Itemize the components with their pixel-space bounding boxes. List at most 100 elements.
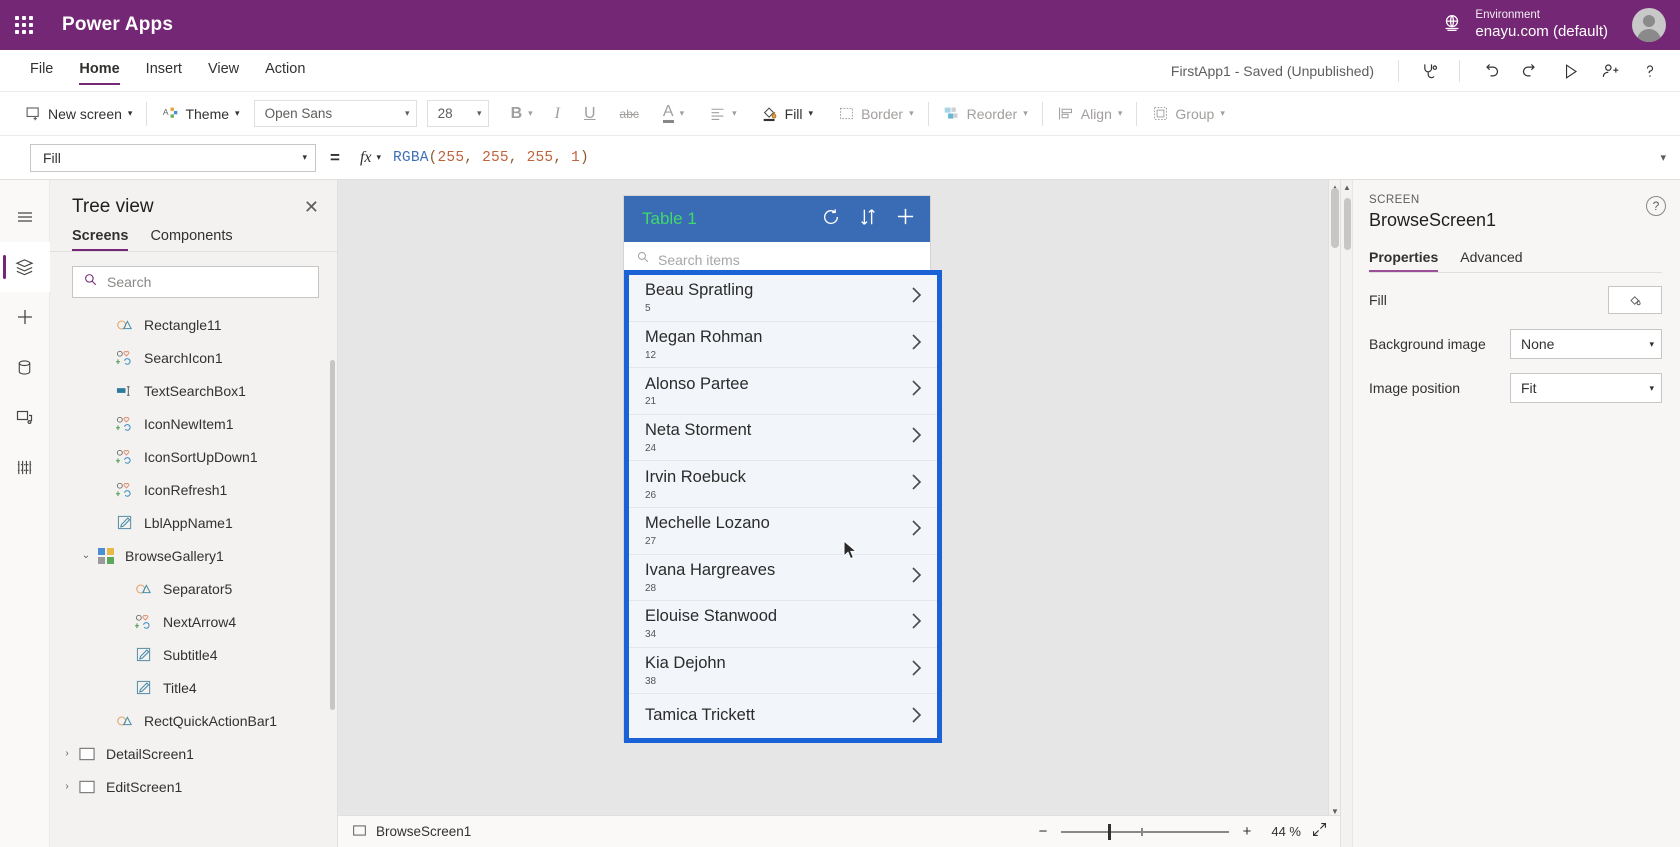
theme-button[interactable]: A Theme ▾ [161,105,240,123]
tree-node-lblappname1[interactable]: LblAppName1 [50,506,337,539]
zoom-slider-handle[interactable] [1108,823,1111,840]
refresh-icon[interactable] [821,207,841,232]
variables-icon[interactable] [0,442,50,492]
fill-button[interactable]: Fill ▾ [761,105,813,123]
insert-icon[interactable] [0,292,50,342]
zoom-slider[interactable] [1061,823,1229,840]
gallery-row[interactable]: Elouise Stanwood 34 [629,601,937,648]
italic-button[interactable]: I [555,105,560,123]
zoom-out-button[interactable]: − [1035,823,1051,840]
gallery-row[interactable]: Irvin Roebuck 26 [629,461,937,508]
tree-node-searchicon1[interactable]: SearchIcon1 [50,341,337,374]
tree-search-input[interactable]: Search [72,266,319,298]
next-arrow-icon[interactable] [910,285,923,310]
fit-to-screen-icon[interactable] [1311,821,1328,843]
gallery-row[interactable]: Alonso Partee 21 [629,368,937,415]
help-icon[interactable] [1630,55,1670,87]
tree-node-rectangle11[interactable]: Rectangle11 [50,308,337,341]
chevron-toggle-icon[interactable]: › [58,781,76,792]
tree-scrollbar[interactable] [330,360,335,710]
data-icon[interactable] [0,342,50,392]
underline-button[interactable]: U [584,105,596,123]
next-arrow-icon[interactable] [910,705,923,730]
scroll-up-icon[interactable]: ▲ [1343,183,1351,192]
tree-node-browsegallery1[interactable]: ⌄ BrowseGallery1 [50,539,337,572]
redo-icon[interactable] [1510,55,1550,87]
undo-icon[interactable] [1470,55,1510,87]
tree-view-icon[interactable] [0,242,50,292]
next-arrow-icon[interactable] [910,425,923,450]
menu-item-insert[interactable]: Insert [146,57,182,85]
scrollbar-thumb[interactable] [1331,188,1339,248]
tree-node-title4[interactable]: Title4 [50,671,337,704]
tree-node-iconrefresh1[interactable]: IconRefresh1 [50,473,337,506]
browse-gallery-selected[interactable]: Beau Spratling 5 Megan Rohman 12 Alonso Part… [624,270,942,743]
next-arrow-icon[interactable] [910,658,923,683]
environment-picker[interactable]: Environment enayu.com (default) [1441,0,1608,50]
tree-node-iconnewitem1[interactable]: IconNewItem1 [50,407,337,440]
font-size-select[interactable]: 28 ▾ [426,100,489,127]
chevron-toggle-icon[interactable]: ⌄ [77,550,95,561]
tree-node-textsearchbox1[interactable]: TextSearchBox1 [50,374,337,407]
font-color-button[interactable]: A ▾ [662,104,684,123]
fx-button[interactable]: fx ▾ [354,149,393,167]
text-align-button[interactable]: ▾ [708,105,737,123]
menu-item-action[interactable]: Action [265,57,305,85]
chevron-toggle-icon[interactable]: › [58,748,76,759]
close-icon[interactable]: ✕ [304,198,319,216]
share-icon[interactable] [1590,55,1630,87]
avatar[interactable] [1632,8,1666,42]
gallery-row[interactable]: Mechelle Lozano 27 [629,507,937,555]
group-button[interactable]: Group ▾ [1151,105,1225,123]
sort-icon[interactable] [859,207,877,232]
next-arrow-icon[interactable] [910,518,923,543]
gallery-row[interactable]: Tamica Trickett [629,694,937,738]
tree-node-subtitle4[interactable]: Subtitle4 [50,638,337,671]
help-circle-icon[interactable]: ? [1646,196,1666,216]
formula-input[interactable]: RGBA(255, 255, 255, 1) [393,143,1650,173]
play-preview-icon[interactable] [1550,55,1590,87]
app-launcher-icon[interactable] [0,0,48,50]
canvas-vertical-scrollbar[interactable]: ▲ ▼ [1328,180,1340,819]
next-arrow-icon[interactable] [910,332,923,357]
gallery-row[interactable]: Megan Rohman 12 [629,321,937,369]
font-family-select[interactable]: Open Sans ▾ [253,100,417,127]
image-position-select[interactable]: Fit ▾ [1510,373,1662,403]
tab-screens[interactable]: Screens [72,228,129,251]
gallery-row[interactable]: Beau Spratling 5 [629,275,937,322]
next-arrow-icon[interactable] [910,472,923,497]
next-arrow-icon[interactable] [910,565,923,590]
property-select[interactable]: Fill ▾ [30,143,316,172]
hamburger-menu-icon[interactable] [0,192,50,242]
reorder-button[interactable]: Reorder ▾ [943,105,1028,123]
scrollbar-thumb[interactable] [1344,198,1351,250]
background-image-select[interactable]: None ▾ [1510,329,1662,359]
design-canvas[interactable]: Table 1 Search items Beau Spratling 5 Me… [338,180,1340,847]
tree-node-detailscreen1[interactable]: › DetailScreen1 [50,737,337,770]
align-button[interactable]: Align ▾ [1057,105,1122,123]
tab-advanced[interactable]: Advanced [1460,249,1522,272]
tree-node-rectquickactionbar1[interactable]: RectQuickActionBar1 [50,704,337,737]
tab-properties[interactable]: Properties [1369,249,1439,272]
tree-node-separator5[interactable]: Separator5 [50,572,337,605]
gallery-row[interactable]: Ivana Hargreaves 28 [629,554,937,602]
formula-expand-chevron-icon[interactable]: ▾ [1660,151,1666,164]
bold-button[interactable]: B ▾ [511,105,533,123]
properties-scrollbar[interactable]: ▲ [1341,180,1353,847]
zoom-in-button[interactable]: + [1239,823,1255,840]
tree-node-iconsortupdown1[interactable]: IconSortUpDown1 [50,440,337,473]
app-checker-icon[interactable] [1409,55,1449,87]
gallery-row[interactable]: Neta Storment 24 [629,414,937,462]
menu-item-view[interactable]: View [208,57,239,85]
media-icon[interactable] [0,392,50,442]
tree-node-editscreen1[interactable]: › EditScreen1 [50,770,337,803]
next-arrow-icon[interactable] [910,378,923,403]
tab-components[interactable]: Components [150,228,232,251]
gallery-row[interactable]: Kia Dejohn 38 [629,647,937,695]
menu-item-home[interactable]: Home [79,57,120,85]
add-icon[interactable] [895,206,916,232]
fill-color-swatch[interactable] [1608,286,1662,314]
tree-node-nextarrow4[interactable]: NextArrow4 [50,605,337,638]
strikethrough-button[interactable]: abc [620,107,639,121]
new-screen-button[interactable]: New screen ▾ [24,105,132,123]
